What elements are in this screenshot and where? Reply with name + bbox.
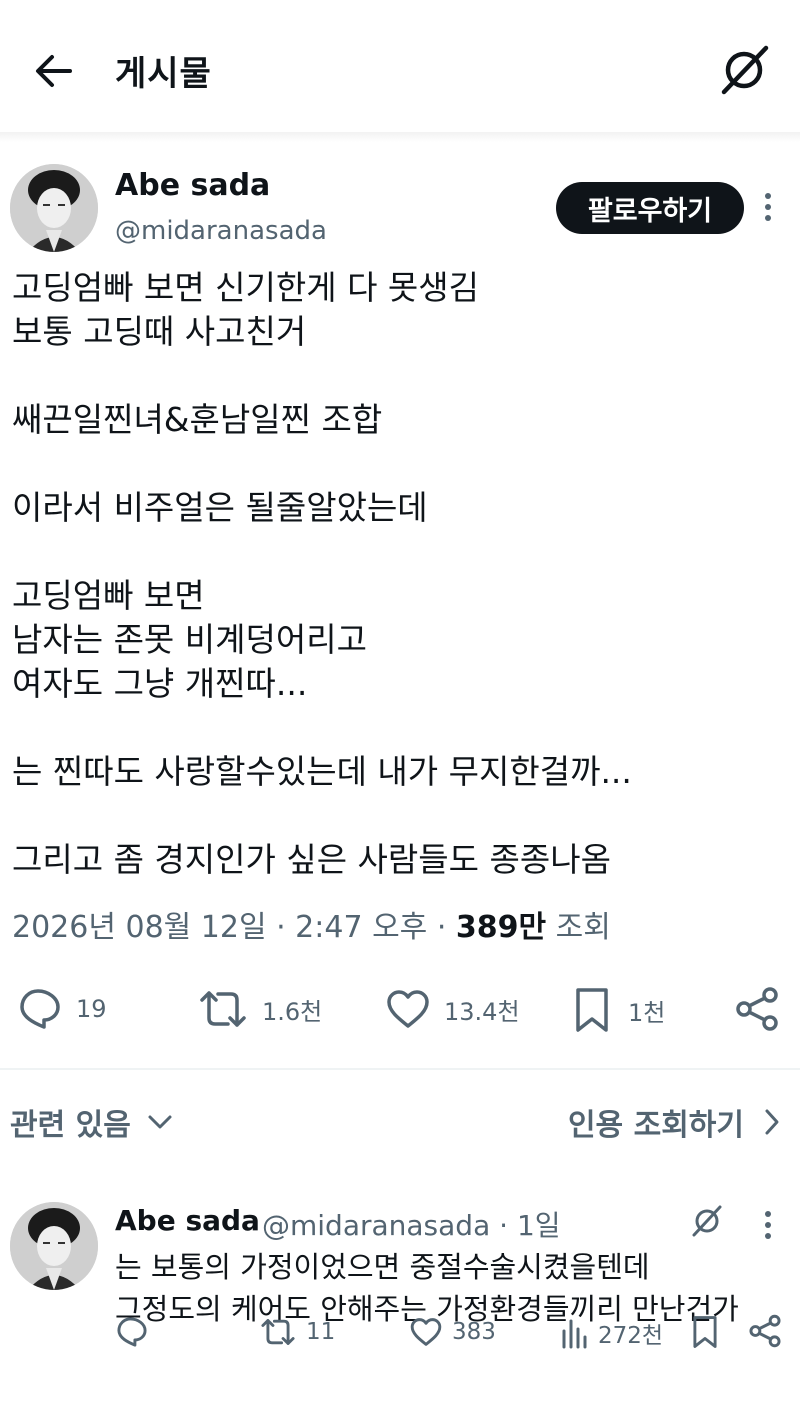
page-title: 게시물	[115, 54, 212, 94]
like-button[interactable]: 13.4천	[386, 988, 520, 1030]
author-name[interactable]: Abe sada	[115, 168, 270, 203]
share-button[interactable]	[734, 986, 780, 1032]
divider	[0, 1068, 800, 1070]
repost-icon	[200, 991, 246, 1027]
reply-icon	[117, 1317, 147, 1347]
grok-icon[interactable]	[690, 1204, 724, 1238]
post-text: 고딩엄빠 보면 신기한게 다 못생김 보통 고딩때 사고친거 쌔끈일찐녀&훈남일…	[12, 268, 632, 879]
grok-icon[interactable]	[716, 44, 772, 96]
views-label: 조회	[546, 910, 611, 945]
views-count: 389만	[455, 910, 547, 945]
avatar[interactable]	[10, 1202, 98, 1290]
view-quotes-label: 인용 조회하기	[567, 1108, 744, 1143]
avatar[interactable]	[10, 164, 98, 252]
chevron-right-icon	[765, 1109, 779, 1135]
reply-author-name[interactable]: Abe sada	[115, 1204, 260, 1237]
repost-count: 11	[306, 1319, 336, 1345]
heart-icon	[410, 1318, 442, 1346]
repost-count: 1.6천	[262, 997, 323, 1026]
related-dropdown[interactable]: 관련 있음	[10, 1100, 173, 1144]
repost-icon	[261, 1319, 295, 1345]
like-button[interactable]: 383	[410, 1316, 496, 1348]
header-shadow	[0, 132, 800, 142]
top-app-bar: 게시물	[0, 0, 800, 138]
reply-button[interactable]	[116, 1316, 158, 1348]
reply-button[interactable]: 19	[18, 988, 107, 1030]
bookmark-icon	[576, 988, 608, 1032]
post-meta: 2026년 08월 12일 · 2:47 오후 · 389만 조회	[12, 902, 611, 946]
reply-icon	[20, 989, 60, 1029]
bookmark-button[interactable]: 1천	[574, 986, 665, 1034]
bookmark-button[interactable]	[692, 1314, 718, 1350]
share-icon	[749, 1314, 781, 1348]
author-handle[interactable]: @midaranasada	[115, 216, 327, 246]
more-options-icon[interactable]	[758, 1206, 778, 1246]
share-icon	[736, 987, 778, 1031]
like-count: 383	[452, 1319, 496, 1345]
reply-count: 19	[76, 995, 107, 1023]
repost-button[interactable]: 1.6천	[198, 988, 322, 1030]
repost-button[interactable]: 11	[260, 1316, 335, 1348]
heart-icon	[387, 990, 429, 1028]
bookmark-count: 1천	[628, 998, 666, 1027]
related-label: 관련 있음	[10, 1108, 131, 1143]
bookmark-icon	[693, 1316, 717, 1348]
views-button[interactable]: 272천	[560, 1316, 663, 1350]
share-button[interactable]	[748, 1314, 782, 1348]
view-quotes-link[interactable]: 인용 조회하기	[568, 1100, 780, 1144]
views-count: 272천	[598, 1323, 664, 1349]
analytics-icon	[562, 1319, 587, 1349]
more-options-icon[interactable]	[758, 188, 778, 228]
post-action-bar: 19 1.6천 13.4천 1천	[0, 980, 800, 1036]
like-count: 13.4천	[444, 997, 520, 1026]
reply-post[interactable]: Abe sada @midaranasada · 1일 는 보통의 가정이었으면…	[0, 1196, 800, 1411]
reply-author-handle[interactable]: @midaranasada · 1일	[262, 1204, 561, 1244]
arrow-left-icon[interactable]	[30, 48, 76, 94]
chevron-down-icon	[148, 1115, 172, 1129]
reply-action-bar: 11 383 272천	[0, 1314, 800, 1354]
post-timestamp: 2026년 08월 12일 · 2:47 오후 ·	[12, 910, 456, 945]
follow-button[interactable]: 팔로우하기	[556, 182, 744, 234]
